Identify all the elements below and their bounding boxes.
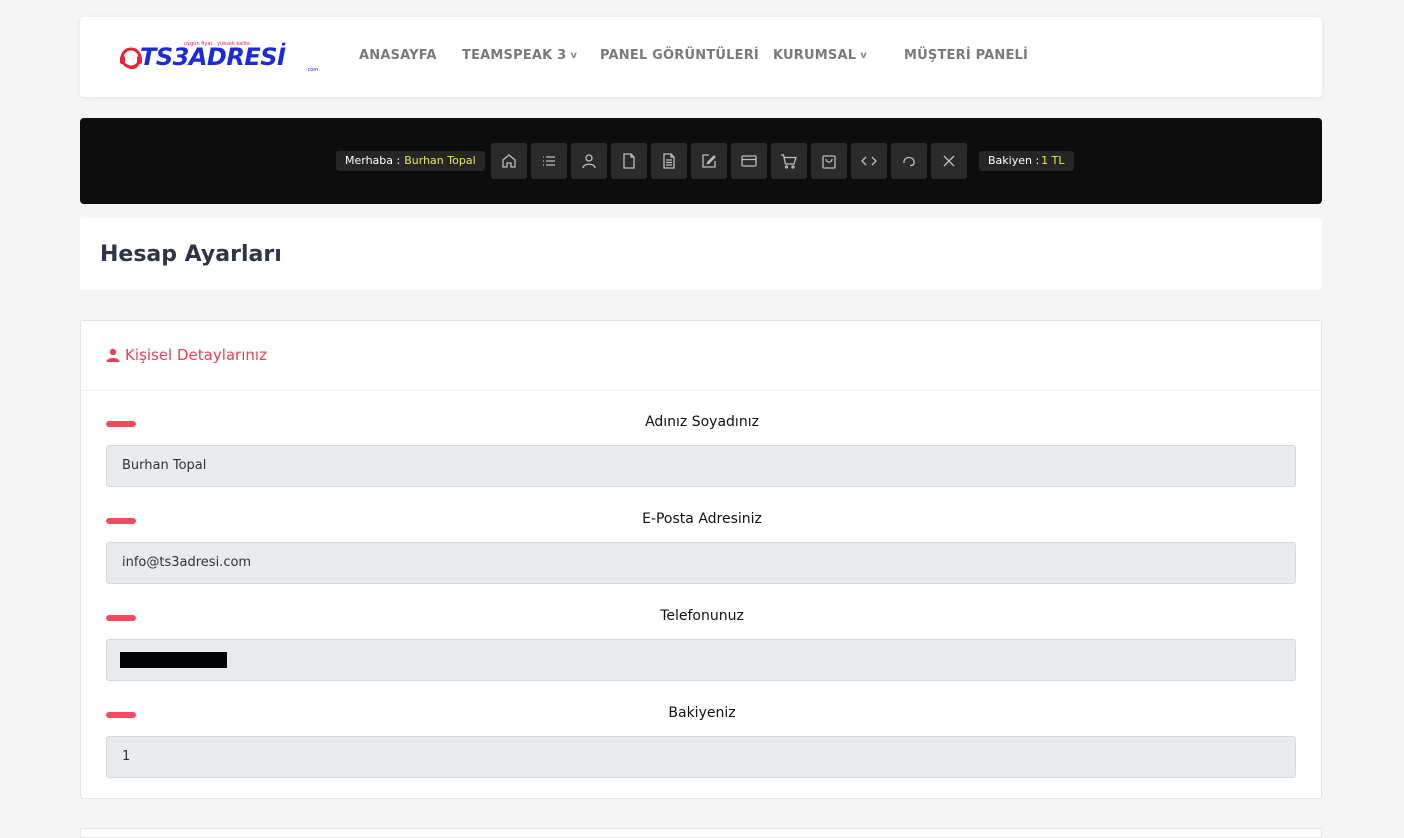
card-header: Kişisel Detaylarınız [81, 321, 1321, 391]
card-title: Kişisel Detaylarınız [106, 346, 267, 364]
document-icon [663, 153, 675, 169]
field-label-balance: Bakiyeniz [668, 705, 736, 721]
support-button[interactable] [891, 143, 927, 179]
edit-icon [702, 154, 716, 168]
logo-brand: TS3ADRESİ [140, 43, 286, 71]
support-icon [903, 156, 915, 167]
user-icon [582, 154, 596, 169]
list-button[interactable] [531, 143, 567, 179]
field-label-phone: Telefonunuz [660, 608, 744, 624]
edit-button[interactable] [691, 143, 727, 179]
site-logo[interactable]: uygun fiyat . yüksek kalite TS3ADRESİ .c… [118, 39, 330, 75]
name-field[interactable]: Burhan Topal [106, 445, 1296, 487]
page-title-card: Hesap Ayarları [80, 218, 1322, 290]
nav-item-anasayfa[interactable]: ANASAYFA [359, 48, 437, 63]
file-icon [623, 153, 635, 169]
chevron-down-icon: v [860, 50, 867, 61]
greeting-badge: Merhaba : Burhan Topal [336, 151, 485, 171]
nav-item-kurumsal[interactable]: KURUMSAL v [773, 48, 867, 63]
top-navbar: uygun fiyat . yüksek kalite TS3ADRESİ .c… [80, 17, 1322, 97]
redacted-phone-value [120, 651, 227, 668]
nav-item-panel-goruntuleri[interactable]: PANEL GÖRÜNTÜLERİ [600, 48, 759, 63]
orders-button[interactable] [811, 143, 847, 179]
chevron-down-icon: v [570, 50, 578, 61]
payment-button[interactable] [731, 143, 767, 179]
username: Burhan Topal [404, 154, 476, 167]
balance-value: 1 TL [1041, 154, 1065, 167]
phone-field[interactable] [106, 639, 1296, 681]
profile-button[interactable] [571, 143, 607, 179]
page-title: Hesap Ayarları [100, 242, 282, 267]
home-icon [502, 154, 516, 168]
close-icon [943, 155, 955, 167]
balance-badge: Bakiyen :1 TL [979, 151, 1074, 171]
credit-card-icon [741, 155, 757, 167]
user-icon [106, 348, 120, 362]
home-button[interactable] [491, 143, 527, 179]
balance-field[interactable]: 1 [106, 736, 1296, 778]
field-label-name: Adınız Soyadınız [645, 414, 759, 430]
logo-suffix: .com [306, 67, 319, 73]
list-icon [543, 156, 555, 166]
nav-item-teamspeak[interactable]: TEAMSPEAK 3v [462, 48, 577, 63]
file-button[interactable] [611, 143, 647, 179]
personal-details-card: Kişisel Detaylarınız Adınız Soyadınız Bu… [80, 320, 1322, 799]
code-icon [861, 156, 877, 166]
document-button[interactable] [651, 143, 687, 179]
cart-icon [781, 154, 797, 169]
cart-button[interactable] [771, 143, 807, 179]
shopping-bag-icon [822, 155, 836, 169]
email-field[interactable]: info@ts3adresi.com [106, 542, 1296, 584]
account-toolbar: Merhaba : Burhan Topal Bakiyen :1 TL [80, 118, 1322, 204]
nav-item-musteri-paneli[interactable]: MÜŞTERİ PANELİ [904, 48, 1028, 63]
code-button[interactable] [851, 143, 887, 179]
field-label-email: E-Posta Adresiniz [642, 511, 762, 527]
logout-button[interactable] [931, 143, 967, 179]
